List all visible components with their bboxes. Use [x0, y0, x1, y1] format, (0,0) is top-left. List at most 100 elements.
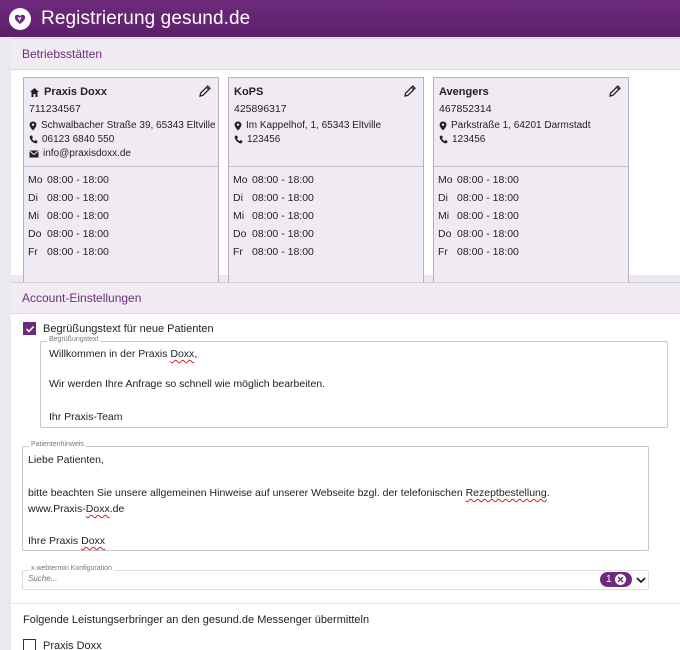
opening-hours-row: Mo 08:00 - 18:00 — [233, 174, 314, 192]
hours-time: 08:00 - 18:00 — [457, 246, 519, 258]
hours-time: 08:00 - 18:00 — [252, 192, 314, 204]
opening-hours-row: Di 08:00 - 18:00 — [233, 192, 314, 210]
opening-hours-row: Fr 08:00 - 18:00 — [28, 246, 109, 264]
chevron-down-icon[interactable] — [635, 574, 647, 586]
edit-site-pencil-icon[interactable] — [403, 84, 417, 98]
welcome-text-field[interactable]: Begrüßungstext Willkommen in der Praxis … — [40, 336, 668, 428]
weekday: Do — [233, 228, 247, 240]
site-name: Avengers — [439, 86, 489, 98]
site-email: info@praxisdoxx.de — [29, 148, 131, 159]
site-phone: 06123 6840 550 — [29, 134, 114, 145]
opening-hours-row: Do 08:00 - 18:00 — [28, 228, 109, 246]
site-phone: 123456 — [439, 134, 485, 145]
weekday: Mo — [28, 174, 43, 186]
location-pin-icon — [234, 121, 242, 131]
weekday: Mi — [438, 210, 450, 222]
card-divider — [24, 166, 218, 167]
site-address: Schwalbacher Straße 39, 65343 Eltville — [29, 120, 216, 131]
hours-time: 08:00 - 18:00 — [47, 228, 109, 240]
selected-count: 1 — [606, 574, 612, 585]
welcome-text-line-1: Willkommen in der Praxis Doxx, — [49, 348, 198, 360]
hours-time: 08:00 - 18:00 — [252, 246, 314, 258]
weekday: Do — [28, 228, 42, 240]
app-titlebar: Registrierung gesund.de — [0, 0, 680, 37]
divider — [11, 603, 680, 604]
welcome-text-line-3: Ihr Praxis-Team — [49, 411, 123, 423]
opening-hours-row: Mi 08:00 - 18:00 — [438, 210, 519, 228]
site-name: KoPS — [234, 86, 264, 98]
selected-count-badge[interactable]: 1 — [600, 572, 632, 587]
welcome-checkbox-row[interactable]: Begrüßungstext für neue Patienten — [23, 322, 214, 335]
webtermin-legend: x.webtermin Konfiguration — [29, 565, 114, 572]
site-card: KoPS 425896317 Im Kappelhof, 1, 65343 Eltv… — [228, 77, 424, 303]
weekday: Di — [438, 192, 448, 204]
account-settings-panel: Account-Einstellungen Begrüßungstext für… — [11, 282, 680, 650]
site-card: Avengers 467852314 Parkstraße 1, 64201 Dar… — [433, 77, 629, 303]
weekday: Mi — [28, 210, 40, 222]
messenger-item-checkbox[interactable] — [23, 639, 36, 650]
site-id: 467852314 — [439, 103, 492, 115]
patient-notice-line-3: www.Praxis-Doxx.de — [28, 503, 125, 515]
app-title: Registrierung gesund.de — [41, 7, 251, 29]
mail-icon — [29, 150, 39, 158]
site-phone: 123456 — [234, 134, 280, 145]
patient-notice-line-1: Liebe Patienten, — [28, 454, 104, 466]
welcome-checkbox-label: Begrüßungstext für neue Patienten — [43, 322, 214, 335]
opening-hours-row: Di 08:00 - 18:00 — [438, 192, 519, 210]
webtermin-config-select[interactable]: x.webtermin Konfiguration 1 — [22, 565, 649, 590]
hours-time: 08:00 - 18:00 — [252, 210, 314, 222]
clear-selection-icon[interactable] — [614, 574, 626, 585]
messenger-item-label: Praxis Doxx — [43, 639, 102, 650]
opening-hours-row: Mi 08:00 - 18:00 — [233, 210, 314, 228]
site-name: Praxis Doxx — [29, 86, 107, 98]
welcome-checkbox[interactable] — [23, 322, 36, 335]
site-address: Parkstraße 1, 64201 Darmstadt — [439, 120, 591, 131]
welcome-text-line-2: Wir werden Ihre Anfrage so schnell wie m… — [49, 378, 326, 390]
weekday: Mo — [438, 174, 453, 186]
opening-hours: Mo 08:00 - 18:00 Di 08:00 - 18:00 Mi 08:00 - … — [438, 174, 519, 264]
opening-hours-row: Mi 08:00 - 18:00 — [28, 210, 109, 228]
location-pin-icon — [29, 121, 37, 131]
betriebsstaetten-heading: Betriebsstätten — [11, 39, 680, 70]
phone-icon — [29, 135, 38, 144]
card-divider — [229, 166, 423, 167]
patient-notice-field[interactable]: Patientenhinweis Liebe Patienten, bitte … — [22, 441, 649, 551]
messenger-item-praxis-doxx[interactable]: Praxis Doxx — [23, 639, 102, 650]
weekday: Mo — [233, 174, 248, 186]
account-settings-heading: Account-Einstellungen — [11, 283, 680, 314]
edit-site-pencil-icon[interactable] — [198, 84, 212, 98]
welcome-text-legend: Begrüßungstext — [47, 336, 101, 343]
patient-notice-legend: Patientenhinweis — [29, 441, 86, 448]
hours-time: 08:00 - 18:00 — [457, 192, 519, 204]
hours-time: 08:00 - 18:00 — [457, 210, 519, 222]
site-card: Praxis Doxx 711234567 Schwalbacher Straße … — [23, 77, 219, 303]
edit-site-pencil-icon[interactable] — [608, 84, 622, 98]
opening-hours-row: Fr 08:00 - 18:00 — [233, 246, 314, 264]
hours-time: 08:00 - 18:00 — [47, 192, 109, 204]
webtermin-search-input[interactable] — [28, 574, 448, 583]
hours-time: 08:00 - 18:00 — [47, 246, 109, 258]
weekday: Fr — [438, 246, 448, 258]
opening-hours: Mo 08:00 - 18:00 Di 08:00 - 18:00 Mi 08:00 - … — [28, 174, 109, 264]
phone-icon — [439, 135, 448, 144]
patient-notice-line-2: bitte beachten Sie unsere allgemeinen Hi… — [28, 487, 550, 499]
patient-notice-line-4: Ihre Praxis Doxx — [28, 535, 106, 547]
checkmark-icon — [25, 325, 34, 333]
weekday: Fr — [28, 246, 38, 258]
location-pin-icon — [439, 121, 447, 131]
weekday: Do — [438, 228, 452, 240]
hours-time: 08:00 - 18:00 — [47, 174, 109, 186]
opening-hours-row: Di 08:00 - 18:00 — [28, 192, 109, 210]
phone-icon — [234, 135, 243, 144]
card-divider — [434, 166, 628, 167]
weekday: Fr — [233, 246, 243, 258]
opening-hours-row: Do 08:00 - 18:00 — [233, 228, 314, 246]
weekday: Di — [28, 192, 38, 204]
opening-hours-row: Fr 08:00 - 18:00 — [438, 246, 519, 264]
opening-hours-row: Do 08:00 - 18:00 — [438, 228, 519, 246]
opening-hours-row: Mo 08:00 - 18:00 — [438, 174, 519, 192]
hours-time: 08:00 - 18:00 — [47, 210, 109, 222]
site-id: 711234567 — [29, 103, 81, 115]
weekday: Di — [233, 192, 243, 204]
messenger-heading: Folgende Leistungserbringer an den gesun… — [23, 614, 370, 626]
